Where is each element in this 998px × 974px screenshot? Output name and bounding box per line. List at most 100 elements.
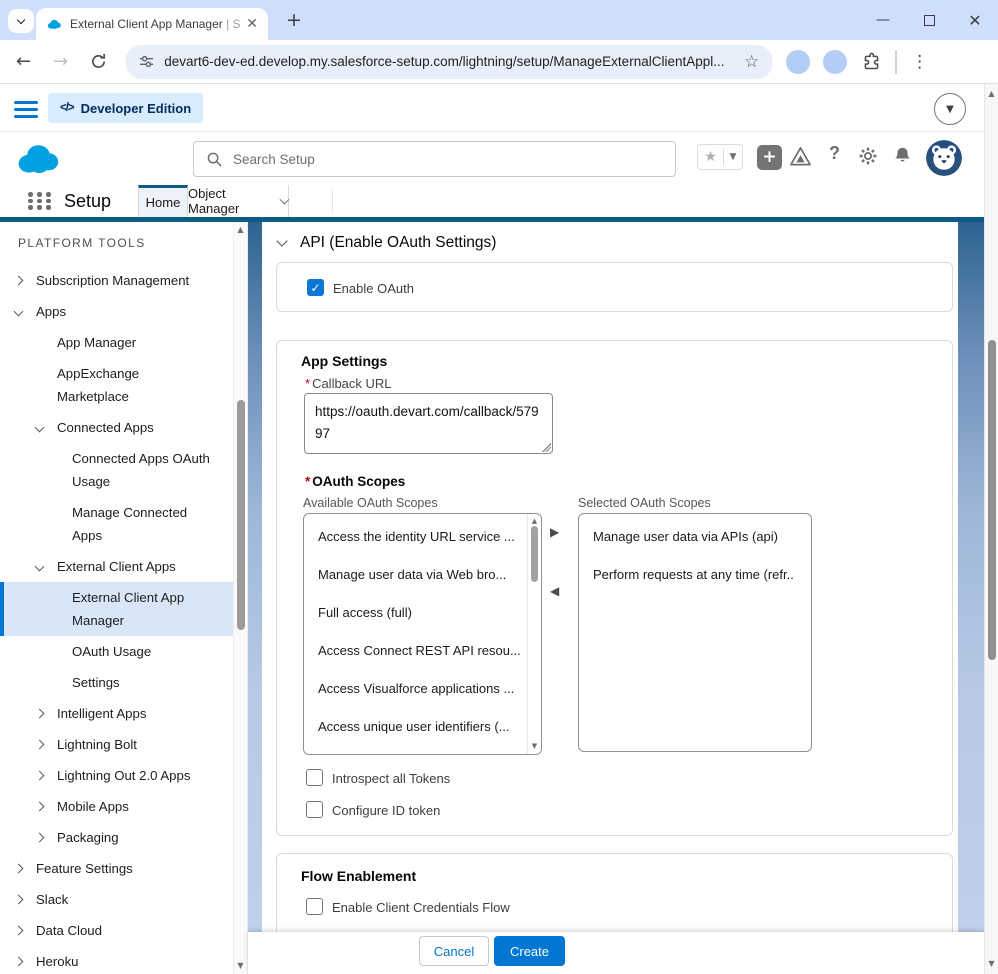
- sidebar-item-intelligent-apps[interactable]: Intelligent Apps: [0, 698, 233, 729]
- forward-button[interactable]: →: [53, 53, 68, 71]
- move-right-button[interactable]: ▶: [550, 526, 559, 538]
- chevron-right-icon: [14, 276, 24, 286]
- sidebar-item-label: Packaging: [57, 830, 119, 845]
- listbox-scrollbar[interactable]: ▲ ▼: [527, 514, 541, 754]
- favorites-dropdown-button[interactable]: ▼: [724, 152, 742, 162]
- tab-search-button[interactable]: [8, 9, 34, 33]
- reload-button[interactable]: [90, 53, 107, 70]
- cancel-button[interactable]: Cancel: [419, 936, 489, 966]
- scope-option[interactable]: Manage user data via Web bro...: [318, 568, 525, 582]
- sidebar-scrollbar[interactable]: ▲ ▼: [233, 222, 248, 974]
- url-text[interactable]: devart6-dev-ed.develop.my.salesforce-set…: [164, 54, 736, 69]
- guidance-center-button[interactable]: [789, 146, 812, 167]
- sidebar-scrollbar-thumb[interactable]: [237, 400, 245, 630]
- new-tab-button[interactable]: +: [282, 8, 306, 32]
- search-icon: [207, 152, 222, 167]
- help-button[interactable]: ?: [829, 143, 840, 164]
- profile-circle-1[interactable]: [786, 50, 810, 74]
- sidebar-item-appexchange-marketplace[interactable]: AppExchange Marketplace: [0, 358, 233, 412]
- selected-scopes-listbox[interactable]: Manage user data via APIs (api) Perform r…: [578, 513, 812, 752]
- window-minimize-button[interactable]: —: [860, 0, 906, 40]
- favorites-control: ★ ▼: [697, 144, 743, 170]
- create-button[interactable]: Create: [494, 936, 565, 966]
- sidebar-item-heroku[interactable]: Heroku: [0, 946, 233, 974]
- window-close-button[interactable]: ✕: [952, 0, 998, 40]
- sidebar-item-packaging[interactable]: Packaging: [0, 822, 233, 853]
- scope-option[interactable]: Access the identity URL service ...: [318, 530, 525, 544]
- app-launcher-icon[interactable]: [28, 192, 53, 210]
- callback-url-value: https://oauth.devart.com/callback/57997: [315, 404, 539, 441]
- sidebar-nav: Subscription ManagementAppsApp Manager Ap…: [0, 265, 233, 974]
- client-credentials-checkbox[interactable]: [306, 898, 323, 915]
- callback-url-input[interactable]: https://oauth.devart.com/callback/57997: [304, 393, 553, 454]
- hamburger-menu-icon[interactable]: [14, 101, 38, 118]
- window-maximize-button[interactable]: [906, 0, 952, 40]
- sidebar-item-external-client-app-manager[interactable]: External Client App Manager: [0, 582, 233, 636]
- tab-object-manager[interactable]: Object Manager: [188, 185, 289, 217]
- scroll-up-icon[interactable]: ▲: [528, 518, 541, 525]
- resize-handle[interactable]: [541, 442, 551, 452]
- setup-gear-button[interactable]: [858, 146, 878, 166]
- search-input[interactable]: Search Setup: [193, 141, 676, 177]
- toolbar-divider: [895, 50, 897, 74]
- sidebar-item-settings[interactable]: Settings: [0, 667, 233, 698]
- sidebar-item-label: OAuth Usage: [72, 644, 151, 659]
- scroll-down-icon[interactable]: ▼: [528, 743, 541, 750]
- configure-id-token-checkbox[interactable]: [306, 801, 323, 818]
- url-bar[interactable]: devart6-dev-ed.develop.my.salesforce-set…: [125, 45, 773, 79]
- scope-option[interactable]: Full access (full): [318, 606, 525, 620]
- sidebar-item-slack[interactable]: Slack: [0, 884, 233, 915]
- sidebar-item-manage-connected-apps[interactable]: Manage Connected Apps: [0, 497, 233, 551]
- sidebar-item-subscription-management[interactable]: Subscription Management: [0, 265, 233, 296]
- bell-icon: [893, 146, 912, 165]
- quick-create-button[interactable]: +: [757, 145, 782, 170]
- scroll-down-icon[interactable]: ▼: [234, 962, 247, 970]
- sidebar-item-data-cloud[interactable]: Data Cloud: [0, 915, 233, 946]
- banner-collapse-button[interactable]: ▼: [934, 93, 966, 125]
- avatar-bear-icon: [926, 140, 962, 176]
- sidebar-item-label: Slack: [36, 892, 68, 907]
- user-avatar[interactable]: [926, 140, 962, 176]
- enable-oauth-label: Enable OAuth: [333, 281, 414, 296]
- sidebar-item-lightning-bolt[interactable]: Lightning Bolt: [0, 729, 233, 760]
- site-settings-icon[interactable]: [139, 54, 154, 69]
- listbox-scrollbar-thumb[interactable]: [531, 526, 538, 582]
- sidebar-item-connected-apps-oauth-usage[interactable]: Connected Apps OAuth Usage: [0, 443, 233, 497]
- sidebar-item-lightning-out-2-0-apps[interactable]: Lightning Out 2.0 Apps: [0, 760, 233, 791]
- browser-tab[interactable]: External Client App Manager | S ✕: [36, 8, 268, 40]
- sidebar-item-label: AppExchange Marketplace: [57, 366, 139, 404]
- scroll-down-icon[interactable]: ▼: [985, 960, 998, 968]
- back-button[interactable]: ←: [16, 53, 31, 71]
- page-scrollbar-thumb[interactable]: [988, 340, 996, 660]
- sidebar-item-oauth-usage[interactable]: OAuth Usage: [0, 636, 233, 667]
- extensions-button[interactable]: [862, 52, 881, 71]
- browser-menu-button[interactable]: ⋮: [911, 52, 928, 72]
- sidebar-item-apps[interactable]: Apps: [0, 296, 233, 327]
- sidebar-item-connected-apps[interactable]: Connected Apps: [0, 412, 233, 443]
- sidebar-item-external-client-apps[interactable]: External Client Apps: [0, 551, 233, 582]
- environment-bar: </> Developer Edition ▼: [0, 85, 985, 132]
- sidebar-item-mobile-apps[interactable]: Mobile Apps: [0, 791, 233, 822]
- required-marker: *: [305, 376, 310, 391]
- profile-circle-2[interactable]: [823, 50, 847, 74]
- tab-close-icon[interactable]: ✕: [246, 17, 258, 31]
- scope-option[interactable]: Access Connect REST API resou...: [318, 644, 525, 658]
- enable-oauth-checkbox[interactable]: [307, 279, 324, 296]
- page-scrollbar[interactable]: ▲ ▼: [984, 84, 998, 974]
- bookmark-star-icon[interactable]: ☆: [744, 52, 759, 72]
- scope-option[interactable]: Access Visualforce applications ...: [318, 682, 525, 696]
- sidebar-item-app-manager[interactable]: App Manager: [0, 327, 233, 358]
- scope-option[interactable]: Perform requests at any time (refr...: [593, 568, 795, 582]
- tab-home[interactable]: Home: [138, 185, 188, 217]
- favorites-star-icon[interactable]: ★: [698, 149, 724, 165]
- scroll-up-icon[interactable]: ▲: [234, 226, 247, 234]
- scope-option[interactable]: Manage user data via APIs (api): [593, 530, 795, 544]
- scope-option[interactable]: Access unique user identifiers (...: [318, 720, 525, 734]
- section-header[interactable]: API (Enable OAuth Settings): [278, 234, 496, 252]
- sidebar-item-feature-settings[interactable]: Feature Settings: [0, 853, 233, 884]
- available-scopes-listbox[interactable]: Access the identity URL service ... Manag…: [303, 513, 542, 755]
- introspect-tokens-checkbox[interactable]: [306, 769, 323, 786]
- scroll-up-icon[interactable]: ▲: [985, 90, 998, 98]
- move-left-button[interactable]: ◀: [550, 585, 559, 597]
- notifications-button[interactable]: [893, 146, 912, 165]
